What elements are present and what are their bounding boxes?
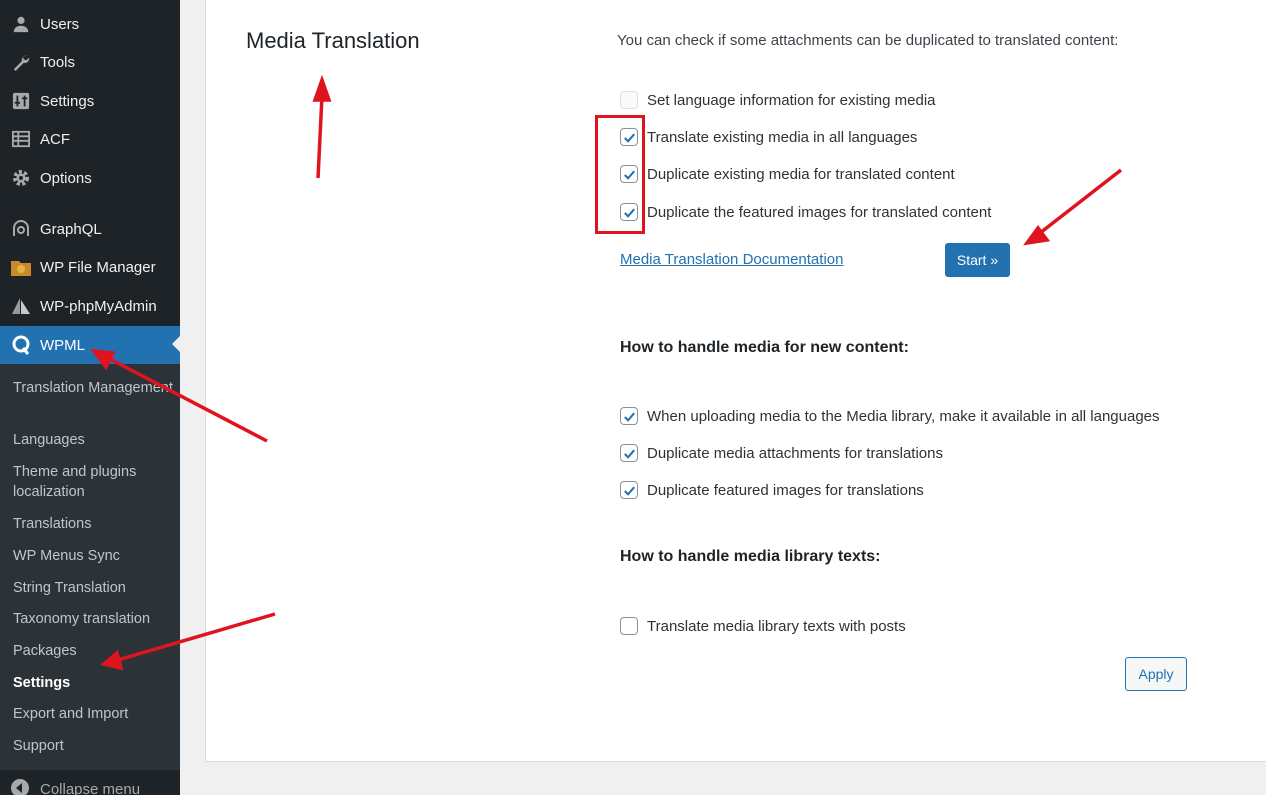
option-label: Duplicate featured images for translatio… [647, 481, 924, 499]
option-set-language-info[interactable]: Set language information for existing me… [620, 91, 936, 109]
option-label: Duplicate media attachments for translat… [647, 444, 943, 462]
media-translation-doc-link[interactable]: Media Translation Documentation [620, 251, 843, 268]
checkmark-icon [623, 412, 635, 422]
wpml-logo-icon [10, 334, 32, 356]
option-label: Translate existing media in all language… [647, 128, 918, 146]
library-texts-heading: How to handle media library texts: [620, 548, 881, 565]
submenu-string-translation[interactable]: String Translation [13, 578, 173, 598]
gear-icon [10, 167, 32, 189]
menu-label: Settings [40, 92, 95, 110]
collapse-label: Collapse menu [40, 780, 141, 795]
option-label: Duplicate the featured images for transl… [647, 203, 992, 221]
submenu-taxonomy-translation[interactable]: Taxonomy translation [13, 609, 173, 629]
submenu-translation-management[interactable]: Translation Management [13, 378, 173, 398]
admin-sidebar: Users Tools Settings ACF Options GraphQL [0, 0, 180, 795]
menu-label: WP File Manager [40, 258, 156, 276]
menu-label: Tools [40, 53, 76, 71]
sailboat-icon [10, 295, 32, 317]
submenu-languages[interactable]: Languages [13, 430, 173, 450]
checkmark-icon [623, 486, 635, 496]
new-content-heading: How to handle media for new content: [620, 339, 909, 356]
option-label: Duplicate existing media for translated … [647, 165, 955, 183]
apply-button[interactable]: Apply [1125, 657, 1187, 691]
option-translate-existing-media[interactable]: Translate existing media in all language… [620, 128, 917, 146]
section-title: Media Translation [246, 28, 420, 53]
option-upload-all-languages[interactable]: When uploading media to the Media librar… [620, 407, 1160, 425]
option-duplicate-attachments[interactable]: Duplicate media attachments for translat… [620, 444, 943, 462]
menu-item-wp-phpmyadmin[interactable]: WP-phpMyAdmin [0, 288, 180, 324]
checkbox-unchecked[interactable] [620, 617, 638, 635]
option-duplicate-existing-media[interactable]: Duplicate existing media for translated … [620, 165, 955, 183]
menu-item-wp-file-manager[interactable]: WP File Manager [0, 249, 180, 285]
menu-label: Options [40, 169, 92, 187]
submenu-wp-menus-sync[interactable]: WP Menus Sync [13, 546, 173, 566]
menu-item-acf[interactable]: ACF [0, 121, 180, 157]
checkbox-checked[interactable] [620, 407, 638, 425]
active-indicator [172, 336, 180, 352]
checkbox-checked[interactable] [620, 444, 638, 462]
menu-label: ACF [40, 130, 70, 148]
menu-item-tools[interactable]: Tools [0, 44, 180, 80]
grid-table-icon [10, 128, 32, 150]
settings-panel [205, 0, 1266, 762]
menu-label: WP-phpMyAdmin [40, 297, 157, 315]
menu-label: GraphQL [40, 220, 102, 238]
option-translate-library-texts[interactable]: Translate media library texts with posts [620, 617, 906, 635]
menu-label: WPML [40, 336, 85, 354]
graphql-icon [10, 218, 32, 240]
submenu-export-import[interactable]: Export and Import [13, 704, 173, 724]
option-duplicate-featured-new[interactable]: Duplicate featured images for translatio… [620, 481, 924, 499]
submenu-settings[interactable]: Settings [13, 673, 173, 693]
submenu-translations[interactable]: Translations [13, 514, 173, 534]
submenu-support[interactable]: Support [13, 736, 173, 756]
checkmark-icon [623, 449, 635, 459]
checkbox-unchecked[interactable] [620, 91, 638, 109]
option-label: Set language information for existing me… [647, 91, 936, 109]
submenu-theme-plugins-localization[interactable]: Theme and plugins localization [13, 462, 173, 502]
menu-item-users[interactable]: Users [0, 6, 180, 42]
wrench-icon [10, 51, 32, 73]
collapse-menu-button[interactable]: Collapse menu [10, 778, 140, 795]
highlight-box-annotation [595, 115, 645, 234]
wpml-submenu: Translation Management Languages Theme a… [0, 364, 180, 770]
checkbox-checked[interactable] [620, 481, 638, 499]
option-label: Translate media library texts with posts [647, 617, 906, 635]
settings-sliders-icon [10, 90, 32, 112]
intro-text: You can check if some attachments can be… [617, 32, 1119, 49]
option-label: When uploading media to the Media librar… [647, 407, 1160, 425]
submenu-packages[interactable]: Packages [13, 641, 173, 661]
menu-item-settings[interactable]: Settings [0, 83, 180, 119]
collapse-icon [10, 778, 32, 795]
start-button[interactable]: Start » [945, 243, 1010, 277]
menu-item-options[interactable]: Options [0, 160, 180, 196]
menu-item-wpml[interactable]: WPML [0, 326, 180, 364]
menu-item-graphql[interactable]: GraphQL [0, 211, 180, 247]
folder-icon [10, 256, 32, 278]
users-icon [10, 13, 32, 35]
menu-label: Users [40, 15, 80, 33]
option-duplicate-featured-images[interactable]: Duplicate the featured images for transl… [620, 203, 991, 221]
